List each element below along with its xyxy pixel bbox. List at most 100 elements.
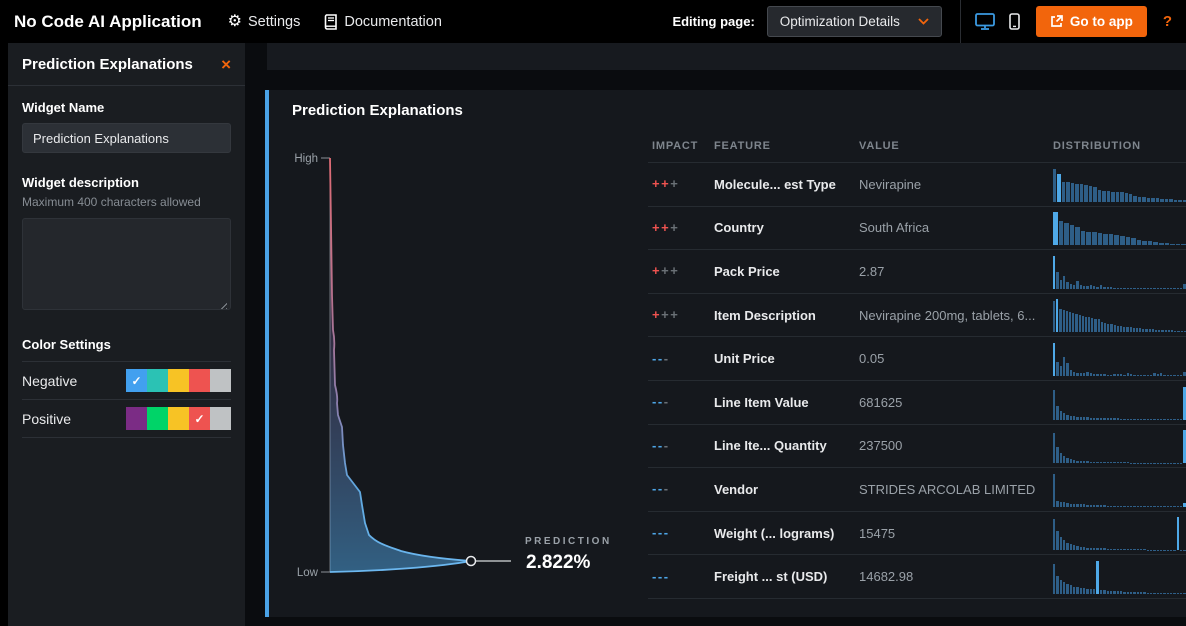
- color-swatch[interactable]: [168, 369, 189, 392]
- color-swatch[interactable]: ✓: [189, 407, 210, 430]
- widget-name-label: Widget Name: [22, 100, 231, 115]
- curve-area: [330, 158, 471, 572]
- book-icon: [324, 14, 338, 30]
- table-row: --- Unit Price 0.05: [648, 337, 1186, 381]
- negative-label: Negative: [22, 373, 77, 389]
- check-icon: ✓: [131, 374, 141, 388]
- table-row: +++ Molecule... est Type Nevirapine: [648, 163, 1186, 207]
- impact-cell: +++: [652, 306, 714, 324]
- impact-cell: ---: [652, 393, 714, 411]
- feature-cell: Line Ite... Quantity: [714, 438, 859, 453]
- value-cell: 0.05: [859, 351, 1053, 366]
- distribution-cell: [1053, 250, 1186, 293]
- help-button[interactable]: ?: [1163, 13, 1172, 30]
- high-label: High: [294, 153, 318, 165]
- value-cell: Nevirapine: [859, 177, 1053, 192]
- app-title: No Code AI Application: [14, 12, 202, 32]
- distribution-chart: [1053, 212, 1186, 245]
- feature-cell: Country: [714, 220, 859, 235]
- table-row: --- Vendor STRIDES ARCOLAB LIMITED: [648, 468, 1186, 512]
- value-cell: 14682.98: [859, 569, 1053, 584]
- chevron-down-icon: [918, 18, 929, 25]
- widget-description-hint: Maximum 400 characters allowed: [22, 195, 231, 209]
- feature-cell: Molecule... est Type: [714, 177, 859, 192]
- impact-cell: +++: [652, 175, 714, 193]
- positive-label: Positive: [22, 411, 71, 427]
- explanations-table: IMPACT FEATURE VALUE DISTRIBUTION +++ Mo…: [648, 132, 1186, 599]
- feature-cell: Pack Price: [714, 264, 859, 279]
- prediction-label: PREDICTION: [525, 536, 612, 547]
- desktop-preview-icon[interactable]: [975, 13, 995, 30]
- topbar-divider: [960, 0, 961, 43]
- go-to-app-button[interactable]: Go to app: [1036, 6, 1147, 37]
- value-cell: 15475: [859, 526, 1053, 541]
- distribution-cell: [1053, 163, 1186, 206]
- check-icon: ✓: [194, 412, 204, 426]
- positive-swatch-strip: ✓: [126, 407, 231, 430]
- close-icon[interactable]: ×: [221, 56, 231, 73]
- table-row: --- Line Ite... Quantity 237500: [648, 425, 1186, 469]
- value-cell: 681625: [859, 395, 1053, 410]
- go-to-app-label: Go to app: [1070, 14, 1133, 29]
- page-selector-value: Optimization Details: [780, 14, 900, 29]
- color-swatch[interactable]: [168, 407, 189, 430]
- table-row: --- Line Item Value 681625: [648, 381, 1186, 425]
- nav-documentation[interactable]: Documentation: [324, 14, 442, 30]
- gear-icon: ⚙: [228, 14, 242, 30]
- col-impact: IMPACT: [652, 140, 714, 152]
- mobile-preview-icon[interactable]: [1009, 13, 1020, 30]
- value-cell: South Africa: [859, 220, 1053, 235]
- color-swatch[interactable]: [126, 407, 147, 430]
- prediction-curve-chart: High Low PREDICTION 2.822%: [289, 145, 644, 610]
- color-swatch[interactable]: ✓: [126, 369, 147, 392]
- prediction-marker-dot: [467, 557, 476, 566]
- distribution-cell: [1053, 207, 1186, 250]
- widget-description-wrap: [22, 218, 231, 315]
- topbar-right: Editing page: Optimization Details Go to…: [672, 0, 1172, 43]
- panel-title: Prediction Explanations: [22, 56, 193, 73]
- distribution-chart: [1053, 561, 1186, 594]
- panel-header: Prediction Explanations ×: [8, 43, 245, 86]
- panel-body: Widget Name Widget description Maximum 4…: [8, 86, 245, 452]
- distribution-chart: [1053, 256, 1186, 289]
- color-swatch[interactable]: [210, 369, 231, 392]
- distribution-cell: [1053, 294, 1186, 337]
- negative-color-row: Negative ✓: [22, 362, 231, 400]
- feature-cell: Freight ... st (USD): [714, 569, 859, 584]
- value-cell: STRIDES ARCOLAB LIMITED: [859, 482, 1053, 497]
- table-row: +++ Country South Africa: [648, 207, 1186, 251]
- table-body: +++ Molecule... est Type Nevirapine +++ …: [648, 163, 1186, 599]
- color-swatch[interactable]: [189, 369, 210, 392]
- distribution-cell: [1053, 381, 1186, 424]
- distribution-chart: [1053, 299, 1186, 332]
- feature-cell: Item Description: [714, 308, 859, 323]
- impact-cell: ---: [652, 437, 714, 455]
- impact-cell: +++: [652, 262, 714, 280]
- col-value: VALUE: [859, 140, 1053, 152]
- table-row: --- Weight (... lograms) 15475: [648, 512, 1186, 556]
- color-swatch[interactable]: [210, 407, 231, 430]
- value-cell: 237500: [859, 438, 1053, 453]
- nav-settings[interactable]: ⚙ Settings: [228, 14, 301, 30]
- negative-swatch-strip: ✓: [126, 369, 231, 392]
- distribution-cell: [1053, 512, 1186, 555]
- widget-name-input[interactable]: [22, 123, 231, 153]
- color-swatch[interactable]: [147, 407, 168, 430]
- impact-cell: +++: [652, 219, 714, 237]
- distribution-chart: [1053, 474, 1186, 507]
- color-swatch[interactable]: [147, 369, 168, 392]
- distribution-chart: [1053, 430, 1186, 463]
- widget-settings-panel: Prediction Explanations × Widget Name Wi…: [8, 43, 245, 626]
- feature-cell: Line Item Value: [714, 395, 859, 410]
- distribution-cell: [1053, 337, 1186, 380]
- page-selector-dropdown[interactable]: Optimization Details: [767, 6, 942, 37]
- distribution-cell: [1053, 468, 1186, 511]
- page-root: No Code AI Application ⚙ Settings Docume…: [0, 0, 1186, 626]
- widget-description-label: Widget description: [22, 175, 231, 190]
- top-bar: No Code AI Application ⚙ Settings Docume…: [0, 0, 1186, 43]
- positive-color-row: Positive ✓: [22, 400, 231, 438]
- widget-description-textarea[interactable]: [22, 218, 231, 310]
- low-label: Low: [297, 567, 319, 579]
- impact-cell: ---: [652, 480, 714, 498]
- col-feature: FEATURE: [714, 140, 859, 152]
